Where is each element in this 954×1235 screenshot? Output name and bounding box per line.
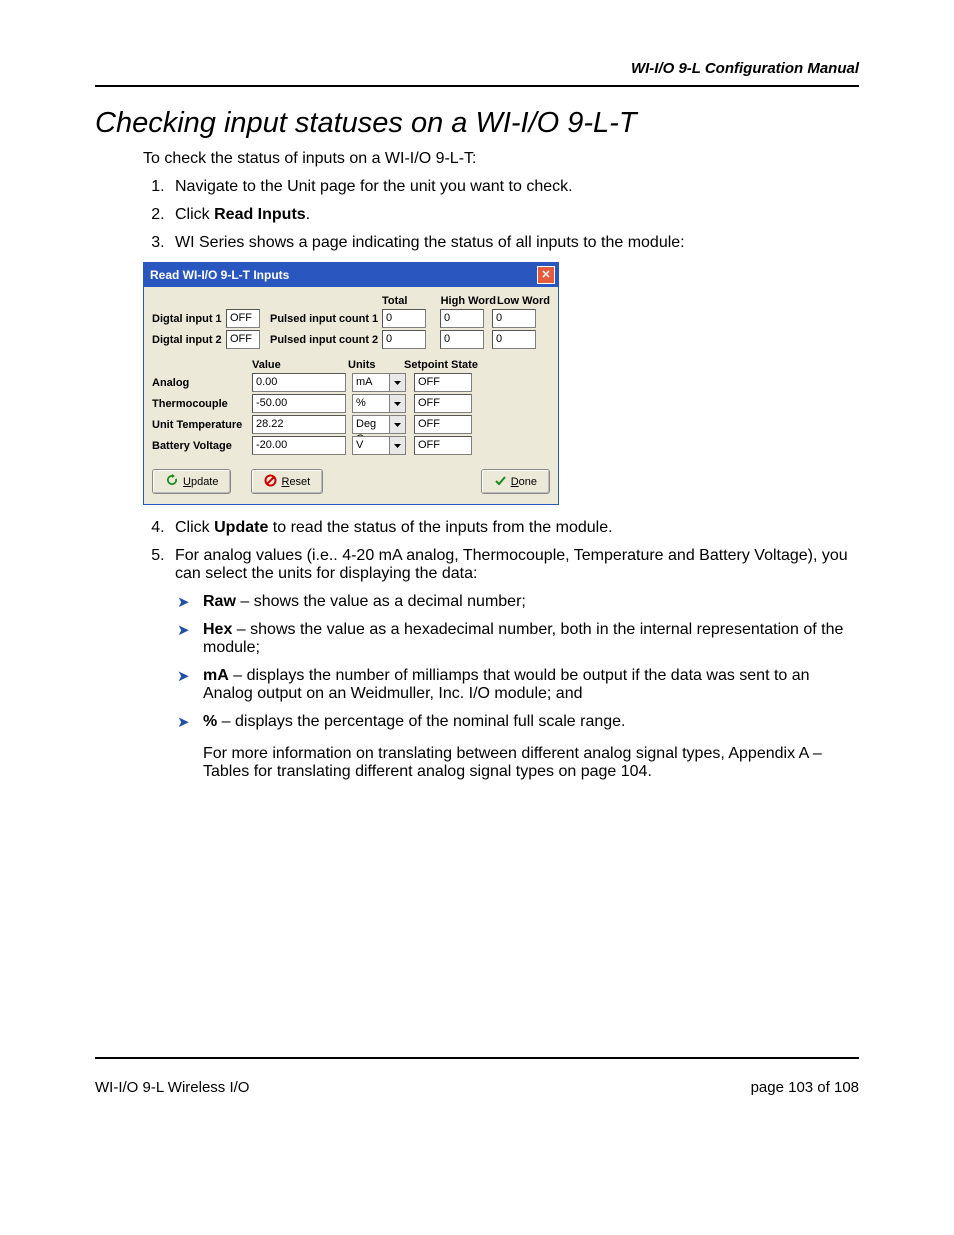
step-2-prefix: Click: [175, 206, 214, 223]
footer-right: page 103 of 108: [751, 1079, 859, 1096]
chevron-down-icon: [389, 394, 406, 413]
reset-label: eset: [289, 476, 310, 488]
bullet-hex-bold: Hex: [203, 621, 232, 638]
step-1: Navigate to the Unit page for the unit y…: [169, 178, 859, 196]
pulsed-1-total[interactable]: 0: [382, 309, 426, 328]
pulsed-1-label: Pulsed input count 1: [270, 313, 382, 325]
digital-1-state[interactable]: OFF: [226, 309, 260, 328]
analog-2-units-select[interactable]: %: [352, 394, 406, 413]
chevron-down-icon: [389, 373, 406, 392]
prohibit-icon: [264, 474, 277, 490]
bullet-pct-text: – displays the percentage of the nominal…: [217, 713, 625, 730]
update-label: pdate: [191, 476, 219, 488]
col-units: Units: [348, 359, 404, 371]
footer-rule: [95, 1057, 859, 1059]
digital-2-state[interactable]: OFF: [226, 330, 260, 349]
step-4-prefix: Click: [175, 519, 214, 536]
digital-row-1: Digtal input 1 OFF Pulsed input count 1 …: [152, 309, 550, 328]
step-5: For analog values (i.e.. 4-20 mA analog,…: [169, 547, 859, 781]
digital-row-2: Digtal input 2 OFF Pulsed input count 2 …: [152, 330, 550, 349]
analog-row-2: Thermocouple -50.00 % OFF: [152, 394, 550, 413]
running-header: WI-I/O 9-L Configuration Manual: [95, 60, 859, 77]
col-high: High Word: [432, 295, 496, 307]
analog-4-value[interactable]: -20.00: [252, 436, 346, 455]
page-title: Checking input statuses on a WI-I/O 9-L-…: [95, 107, 859, 140]
analog-row-1: Analog 0.00 mA OFF: [152, 373, 550, 392]
analog-3-label: Unit Temperature: [152, 419, 252, 431]
analog-4-label: Battery Voltage: [152, 440, 252, 452]
count-header-row: Total High Word Low Word: [152, 295, 550, 307]
step-3: WI Series shows a page indicating the st…: [169, 234, 859, 252]
done-button[interactable]: Done: [481, 469, 550, 494]
step-5-text: For analog values (i.e.. 4-20 mA analog,…: [175, 547, 848, 582]
header-rule: [95, 85, 859, 87]
analog-row-4: Battery Voltage -20.00 V OFF: [152, 436, 550, 455]
analog-1-setpoint[interactable]: OFF: [414, 373, 472, 392]
step-2-bold: Read Inputs: [214, 206, 306, 223]
close-icon: ✕: [541, 270, 550, 281]
col-value: Value: [252, 359, 348, 371]
bullet-ma-text: – displays the number of milliamps that …: [203, 667, 810, 702]
bullet-ma: mA – displays the number of milliamps th…: [203, 667, 859, 703]
chevron-down-icon: [389, 436, 406, 455]
refresh-icon: [165, 473, 179, 490]
reset-button[interactable]: Reset: [251, 469, 323, 494]
step-2-suffix: .: [306, 206, 310, 223]
digital-1-label: Digtal input 1: [152, 313, 226, 325]
bullet-raw: Raw – shows the value as a decimal numbe…: [203, 593, 859, 611]
analog-4-units-select[interactable]: V: [352, 436, 406, 455]
footer-left: WI-I/O 9-L Wireless I/O: [95, 1079, 249, 1096]
dialog-titlebar: Read WI-I/O 9-L-T Inputs ✕: [144, 263, 558, 287]
pulsed-2-total[interactable]: 0: [382, 330, 426, 349]
check-icon: [494, 474, 507, 490]
dialog-read-inputs: Read WI-I/O 9-L-T Inputs ✕ Total High Wo…: [143, 262, 559, 505]
analog-1-label: Analog: [152, 377, 252, 389]
analog-2-setpoint[interactable]: OFF: [414, 394, 472, 413]
analog-1-units: mA: [352, 373, 389, 392]
analog-1-value[interactable]: 0.00: [252, 373, 346, 392]
analog-3-units-select[interactable]: Deg C: [352, 415, 406, 434]
analog-2-units: %: [352, 394, 389, 413]
pulsed-1-low[interactable]: 0: [492, 309, 536, 328]
bullet-raw-text: – shows the value as a decimal number;: [236, 593, 526, 610]
analog-2-label: Thermocouple: [152, 398, 252, 410]
analog-4-units: V: [352, 436, 389, 455]
step-2: Click Read Inputs.: [169, 206, 859, 224]
analog-3-setpoint[interactable]: OFF: [414, 415, 472, 434]
bullet-raw-bold: Raw: [203, 593, 236, 610]
bullet-hex: Hex – shows the value as a hexadecimal n…: [203, 621, 859, 657]
intro-text: To check the status of inputs on a WI-I/…: [143, 150, 859, 168]
step-4: Click Update to read the status of the i…: [169, 519, 859, 537]
step-4-bold: Update: [214, 519, 268, 536]
bullet-ma-bold: mA: [203, 667, 229, 684]
pulsed-2-high[interactable]: 0: [440, 330, 484, 349]
analog-3-units: Deg C: [352, 415, 389, 434]
step-4-suffix: to read the status of the inputs from th…: [268, 519, 612, 536]
analog-4-setpoint[interactable]: OFF: [414, 436, 472, 455]
done-label: one: [519, 476, 537, 488]
closing-text: For more information on translating betw…: [203, 745, 859, 781]
dialog-title-text: Read WI-I/O 9-L-T Inputs: [150, 268, 289, 282]
digital-2-label: Digtal input 2: [152, 334, 226, 346]
analog-2-value[interactable]: -50.00: [252, 394, 346, 413]
col-low: Low Word: [496, 295, 550, 307]
analog-row-3: Unit Temperature 28.22 Deg C OFF: [152, 415, 550, 434]
close-button[interactable]: ✕: [537, 266, 555, 284]
pulsed-2-low[interactable]: 0: [492, 330, 536, 349]
pulsed-1-high[interactable]: 0: [440, 309, 484, 328]
bullet-hex-text: – shows the value as a hexadecimal numbe…: [203, 621, 843, 656]
chevron-down-icon: [389, 415, 406, 434]
bullet-pct-bold: %: [203, 713, 217, 730]
analog-header-row: Value Units Setpoint State: [152, 359, 550, 371]
pulsed-2-label: Pulsed input count 2: [270, 334, 382, 346]
col-total: Total: [382, 295, 432, 307]
analog-3-value[interactable]: 28.22: [252, 415, 346, 434]
bullet-pct: % – displays the percentage of the nomin…: [203, 713, 859, 731]
analog-1-units-select[interactable]: mA: [352, 373, 406, 392]
col-setpoint: Setpoint State: [404, 359, 484, 371]
update-button[interactable]: Update: [152, 469, 231, 494]
